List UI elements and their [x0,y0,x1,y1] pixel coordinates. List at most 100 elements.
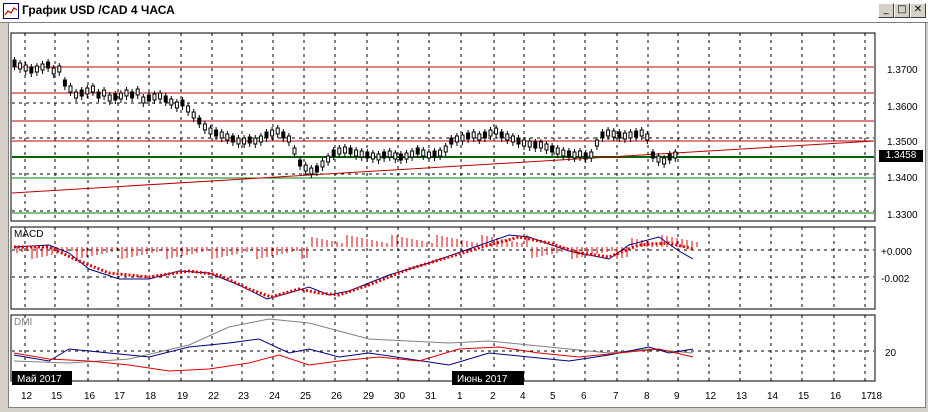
time-axis: 12 15 16 17 18 19 22 23 24 25 26 29 30 31 1 2 4 5 6 7 8 9 12 13… [21,391,883,402]
candle-body [158,92,163,100]
candle-body [96,91,101,99]
time-tick-label: 1 [457,391,463,402]
candle-body [522,139,527,147]
minimize-button[interactable]: _ [878,3,894,18]
candle-body [163,95,168,103]
candle-body [482,131,487,139]
time-tick-label: 31 [425,391,437,402]
candle-body [550,145,555,153]
candle-body [197,117,202,125]
candle-body [449,137,454,145]
candle-body [432,150,437,158]
time-tick-label: 25 [300,391,312,402]
time-tick-label: 18 [145,391,157,402]
candle-body [516,137,521,145]
candle-body [102,89,107,97]
candle-body [398,153,403,161]
time-tick-label: 24 [269,391,281,402]
chart-app-icon [3,3,19,19]
candle-body [639,129,644,137]
candle-body [342,146,347,154]
macd-tick-2: -0.002 [881,274,910,285]
title-bar: График USD /CAD 4 ЧАСА _ □ ✕ [0,0,928,23]
candle-body [628,131,633,139]
candle-body [113,93,118,101]
candle-body [146,94,151,102]
candle-body [354,149,359,157]
candle-body [298,159,303,167]
candle-body [645,133,650,141]
time-tick-label: 7 [613,391,619,402]
candle-body [135,88,140,96]
candle-body [174,101,179,109]
time-tick-label: 2 [490,391,496,402]
price-tick-3: 1.3500 [887,137,918,148]
chart-canvas[interactable]: 1.3700 1.3600 1.3500 1.3400 1.3300 MACD … [9,23,925,407]
candle-body [74,91,79,99]
candle-body [230,135,235,143]
month-mark-june: Июнь 2017 [457,374,508,385]
candle-body [253,137,258,145]
time-tick-label: 16 [84,391,96,402]
candle-body [107,94,112,102]
close-button[interactable]: ✕ [910,3,926,18]
candle-body [382,151,387,159]
price-tick-2: 1.3600 [887,102,918,113]
candle-body [421,149,426,157]
candle-body [538,141,543,149]
candle-body [281,131,286,139]
candle-body [505,133,510,141]
candle-body [90,85,95,93]
candle-body [438,149,443,157]
candle-body [130,91,135,99]
time-tick-label: 15 [798,391,810,402]
candle-body [460,134,465,142]
price-tick-4: 1.3400 [887,173,918,184]
maximize-button[interactable]: □ [894,3,910,18]
candle-body [314,165,319,173]
candle-body [393,152,398,160]
candle-body [583,152,588,160]
month-mark-may: Май 2017 [17,374,62,385]
candle-body [62,79,67,87]
trend-line[interactable] [11,140,875,194]
candle-body [673,151,678,159]
time-tick-label: 29 [363,391,375,402]
candle-body [566,150,571,158]
candle-body [589,151,594,159]
candle-body [594,139,599,147]
candle-body [264,131,269,139]
candle-body [180,99,185,107]
candle-body [40,63,45,71]
candlesticks [12,57,678,178]
candle-body [191,111,196,119]
candle-body [410,150,415,158]
candle-body [404,152,409,160]
time-tick-label: 8 [644,391,650,402]
candle-body [219,131,224,139]
candle-body [477,133,482,141]
time-tick-label: 4 [520,391,526,402]
price-tick-1: 1.3700 [887,65,918,76]
time-tick-label: 15 [51,391,63,402]
candle-body [572,151,577,159]
candle-body [656,155,661,163]
grid [12,33,874,381]
candle-body [533,141,538,149]
current-price-badge: 1.3458 [879,150,923,162]
candle-body [555,147,560,155]
time-tick-label: 14 [767,391,779,402]
candle-body [337,147,342,155]
dmi-tick-1: 20 [885,348,897,359]
price-tick-5: 1.3300 [887,210,918,221]
candle-body [326,155,331,163]
candle-body [169,98,174,106]
candle-body [275,127,280,135]
chart-area[interactable]: 1.3700 1.3600 1.3500 1.3400 1.3300 MACD … [8,22,926,408]
time-tick-label: 13 [736,391,748,402]
candle-body [370,152,375,160]
time-tick-label: 12 [705,391,717,402]
candle-body [292,147,297,155]
candle-body [118,92,123,100]
candle-body [57,65,62,73]
